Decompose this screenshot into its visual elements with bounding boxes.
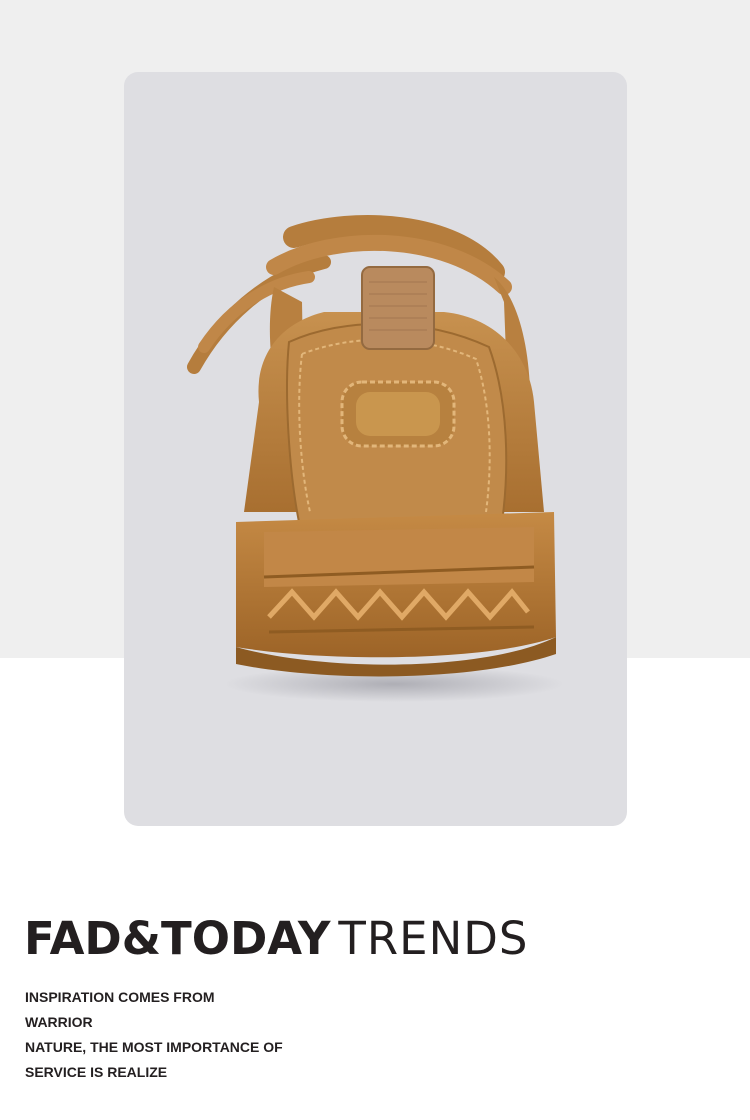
tagline-line: SERVICE IS REALIZE xyxy=(25,1064,168,1080)
tagline: INSPIRATION COMES FROM WARRIOR NATURE, T… xyxy=(25,985,283,1085)
product-image-card xyxy=(124,72,627,826)
tagline-line: NATURE, THE MOST IMPORTANCE OF xyxy=(25,1039,283,1055)
headline-bold: FAD&TODAY xyxy=(24,912,331,965)
tagline-line: INSPIRATION COMES FROM xyxy=(25,989,215,1005)
sneaker-image xyxy=(187,215,564,702)
headline-light: TRENDS xyxy=(338,912,529,965)
headline: FAD&TODAY TRENDS xyxy=(24,912,529,972)
tagline-line: WARRIOR xyxy=(25,1014,93,1030)
